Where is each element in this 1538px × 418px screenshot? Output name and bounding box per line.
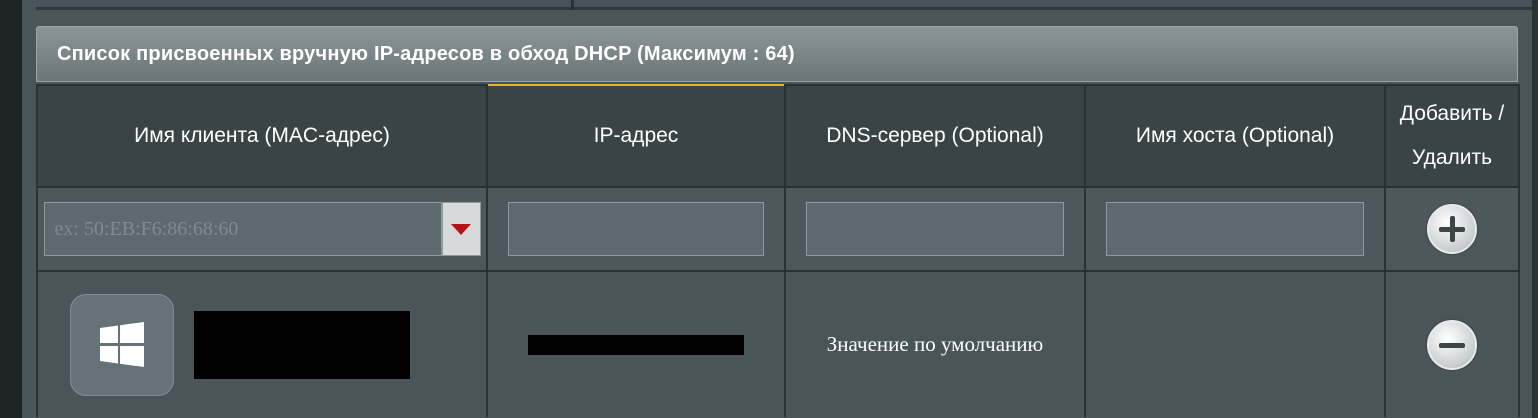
router-page: Список присвоенных вручную IP-адресов в …: [0, 0, 1538, 418]
add-cell: [1384, 186, 1520, 272]
mac-combo: [38, 188, 486, 270]
windows-icon: [100, 321, 144, 367]
header-ip: IP-адрес: [486, 84, 786, 188]
ip-value-redacted: [528, 334, 744, 355]
header-client: Имя клиента (MAC-адрес): [36, 84, 488, 188]
ip-input-cell: [486, 186, 786, 272]
dns-input-cell: [784, 186, 1086, 272]
client-info: [38, 272, 486, 417]
table-header-row: Имя клиента (MAC-адрес) IP-адрес DNS-сер…: [36, 84, 1520, 188]
dns-value: Значение по умолчанию: [826, 332, 1044, 356]
hostname-input[interactable]: [1106, 202, 1364, 256]
table-row: Значение по умолчанию: [36, 270, 1520, 417]
hostname-cell: [1084, 270, 1386, 417]
client-name-redacted: [194, 310, 410, 379]
device-type-tile[interactable]: [70, 293, 174, 396]
ip-cell: [486, 270, 786, 417]
header-dns: DNS-сервер (Optional): [784, 84, 1086, 188]
mac-cell: [36, 186, 488, 272]
dns-server-input[interactable]: [806, 202, 1064, 256]
hostname-input-cell: [1084, 186, 1386, 272]
section-title: Список присвоенных вручную IP-адресов в …: [57, 42, 795, 65]
client-dropdown-button[interactable]: [441, 202, 481, 256]
dns-cell: Значение по умолчанию: [784, 270, 1086, 417]
add-button[interactable]: [1427, 204, 1477, 254]
section-title-bar: Список присвоенных вручную IP-адресов в …: [36, 26, 1518, 82]
remove-cell: [1384, 270, 1520, 417]
input-row: [36, 186, 1520, 272]
triangle-down-icon: [451, 223, 471, 235]
ip-address-input[interactable]: [508, 202, 764, 256]
mac-address-input[interactable]: [43, 202, 442, 256]
previous-section-edge: [36, 0, 1532, 10]
remove-button[interactable]: [1427, 319, 1477, 370]
header-hostname: Имя хоста (Optional): [1084, 84, 1386, 188]
manual-dhcp-table: Имя клиента (MAC-адрес) IP-адрес DNS-сер…: [36, 84, 1520, 417]
content-panel: Список присвоенных вручную IP-адресов в …: [22, 0, 1532, 418]
left-menu-edge: [0, 0, 22, 418]
client-cell: [36, 270, 488, 417]
previous-section-divider: [571, 0, 574, 10]
header-add-remove: Добавить / Удалить: [1384, 84, 1520, 188]
